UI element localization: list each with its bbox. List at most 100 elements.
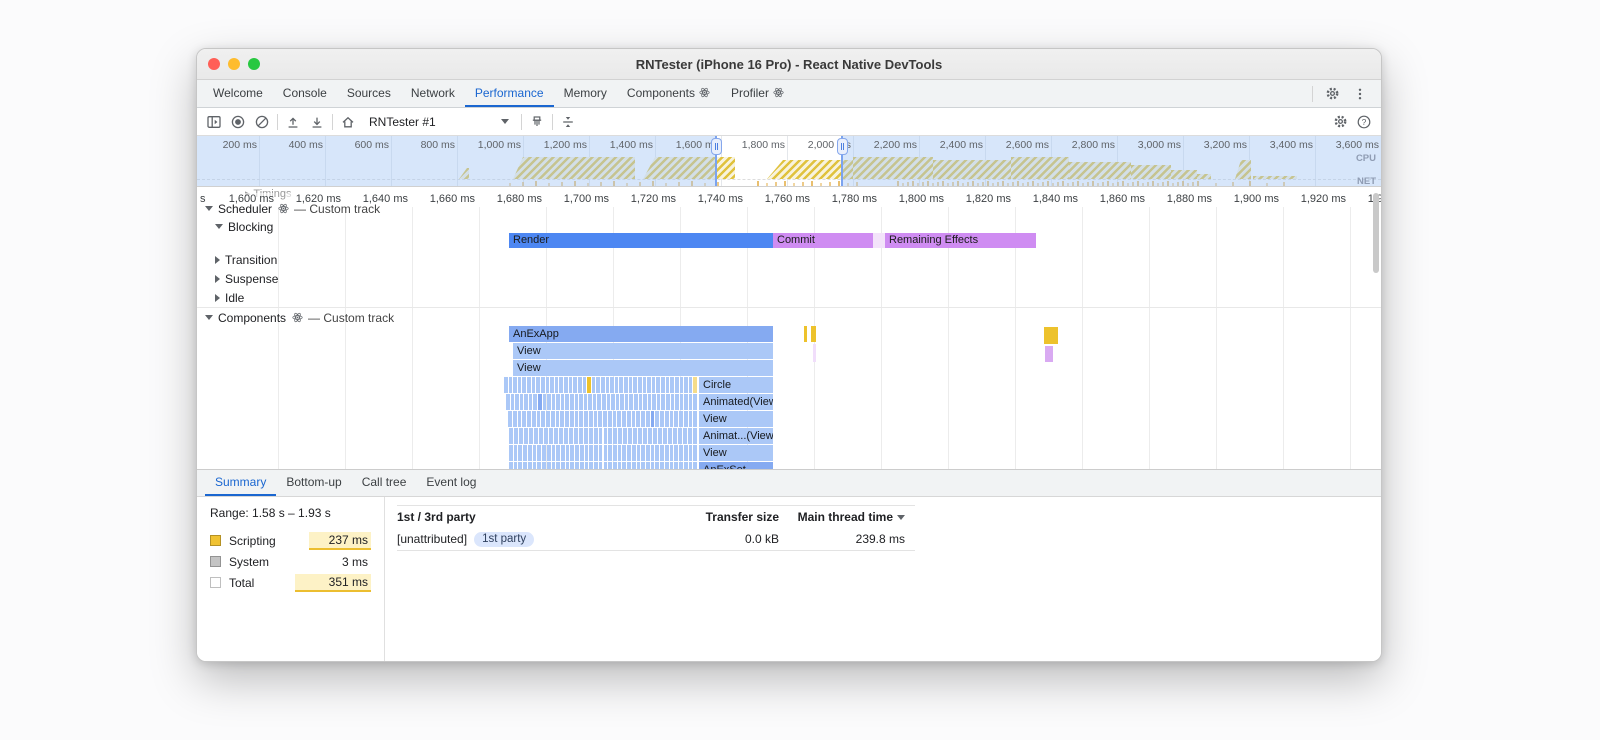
flame-segment[interactable] xyxy=(669,411,674,427)
flame-segment[interactable] xyxy=(512,411,517,427)
flame-segment[interactable] xyxy=(658,428,663,444)
record-icon[interactable] xyxy=(229,113,247,131)
flame-segment[interactable] xyxy=(536,411,541,427)
flame-segment[interactable] xyxy=(605,377,610,393)
flame-segment[interactable] xyxy=(579,394,583,410)
flame-segment[interactable] xyxy=(584,445,589,461)
flame-segment[interactable] xyxy=(533,394,537,410)
flame-segment[interactable] xyxy=(652,394,656,410)
flame-bar[interactable]: Animated(View) xyxy=(699,394,773,410)
flame-segment[interactable] xyxy=(588,428,593,444)
flame-segment[interactable] xyxy=(574,394,579,410)
flame-segment[interactable] xyxy=(527,411,531,427)
flame-segment[interactable] xyxy=(528,394,533,410)
flame-segment[interactable] xyxy=(554,377,559,393)
flame-segment[interactable] xyxy=(540,377,545,393)
details-tab-call-tree[interactable]: Call tree xyxy=(352,470,417,496)
blocking-bar-render[interactable]: Render xyxy=(509,233,773,248)
flame-segment[interactable] xyxy=(608,428,613,444)
flame-segment[interactable] xyxy=(693,377,697,393)
flame-segment[interactable] xyxy=(606,394,611,410)
flame-segment[interactable] xyxy=(679,377,684,393)
flame-segment[interactable] xyxy=(528,428,533,444)
flame-segment[interactable] xyxy=(624,394,629,410)
flame-segment[interactable] xyxy=(607,411,612,427)
flame-segment[interactable] xyxy=(638,394,643,410)
flame-segment[interactable] xyxy=(588,411,593,427)
flame-segment[interactable] xyxy=(628,428,633,444)
blocking-bar-commit[interactable]: Commit xyxy=(773,233,873,248)
tab-components[interactable]: Components xyxy=(617,80,721,107)
flame-segment[interactable] xyxy=(674,445,679,461)
flame-segment[interactable] xyxy=(565,445,570,461)
flame-segment[interactable] xyxy=(541,411,545,427)
flame-segment[interactable] xyxy=(643,394,647,410)
target-selector[interactable]: RNTester #1 xyxy=(363,115,515,129)
flame-segment[interactable] xyxy=(545,377,550,393)
minimize-window-button[interactable] xyxy=(228,58,240,70)
flame-segment[interactable] xyxy=(517,411,522,427)
flame-segment[interactable] xyxy=(683,445,688,461)
fit-to-window-icon[interactable] xyxy=(559,113,577,131)
flame-bar[interactable]: Animat...(View) xyxy=(699,428,773,444)
flame-segment[interactable] xyxy=(556,394,560,410)
flame-segment[interactable] xyxy=(656,394,661,410)
flame-segment[interactable] xyxy=(513,428,518,444)
flame-segment[interactable] xyxy=(633,377,637,393)
flame-segment[interactable] xyxy=(646,445,650,461)
flame-segment[interactable] xyxy=(569,411,574,427)
flame-segment[interactable] xyxy=(582,377,587,393)
flame-segment[interactable] xyxy=(591,377,596,393)
flame-segment[interactable] xyxy=(653,428,658,444)
flame-segment[interactable] xyxy=(688,377,693,393)
flame-segment[interactable] xyxy=(551,445,556,461)
flame-segment[interactable] xyxy=(617,411,621,427)
flame-segment[interactable] xyxy=(650,411,655,427)
flame-segment[interactable] xyxy=(543,428,548,444)
flame-segment[interactable] xyxy=(683,411,688,427)
flame-segment[interactable] xyxy=(527,377,531,393)
flame-segment[interactable] xyxy=(661,377,665,393)
flame-segment[interactable] xyxy=(665,377,670,393)
track-blocking[interactable]: Blocking xyxy=(215,219,273,234)
flame-segment[interactable] xyxy=(546,445,551,461)
track-components[interactable]: Components — Custom track xyxy=(205,310,394,325)
flame-segment[interactable] xyxy=(531,411,536,427)
flame-segment[interactable] xyxy=(560,445,565,461)
flame-segment[interactable] xyxy=(645,411,650,427)
flame-segment[interactable] xyxy=(660,411,664,427)
flame-segment[interactable] xyxy=(509,428,513,444)
flame-segment[interactable] xyxy=(626,411,631,427)
flame-segment[interactable] xyxy=(579,411,583,427)
flame-segment[interactable] xyxy=(670,394,675,410)
settings-gear-icon[interactable] xyxy=(1323,85,1341,103)
flame-segment[interactable] xyxy=(538,428,543,444)
flame-segment[interactable] xyxy=(601,377,605,393)
flame-segment[interactable] xyxy=(555,411,560,427)
col-main-thread-time-header[interactable]: Main thread time xyxy=(779,510,905,524)
selection-handle-left-grip[interactable] xyxy=(711,138,722,155)
flame-segment[interactable] xyxy=(513,377,517,393)
flame-segment[interactable] xyxy=(553,428,558,444)
load-profile-icon[interactable] xyxy=(284,113,302,131)
flame-segment[interactable] xyxy=(508,377,513,393)
flame-segment[interactable] xyxy=(688,428,693,444)
tab-memory[interactable]: Memory xyxy=(554,80,617,107)
col-party-header[interactable]: 1st / 3rd party xyxy=(397,510,659,524)
flame-segment[interactable] xyxy=(675,394,679,410)
save-profile-icon[interactable] xyxy=(308,113,326,131)
flame-segment[interactable] xyxy=(523,445,527,461)
col-transfer-size-header[interactable]: Transfer size xyxy=(659,510,779,524)
flame-segment[interactable] xyxy=(679,394,684,410)
flame-segment[interactable] xyxy=(536,377,540,393)
track-idle[interactable]: Idle xyxy=(215,290,244,305)
flame-segment[interactable] xyxy=(688,411,693,427)
flame-segment[interactable] xyxy=(568,377,573,393)
flame-segment[interactable] xyxy=(598,411,602,427)
close-window-button[interactable] xyxy=(208,58,220,70)
flame-segment[interactable] xyxy=(634,394,638,410)
flame-segment[interactable] xyxy=(624,377,628,393)
flame-segment[interactable] xyxy=(504,377,508,393)
flame-segment[interactable] xyxy=(508,411,512,427)
tab-profiler[interactable]: Profiler xyxy=(721,80,795,107)
